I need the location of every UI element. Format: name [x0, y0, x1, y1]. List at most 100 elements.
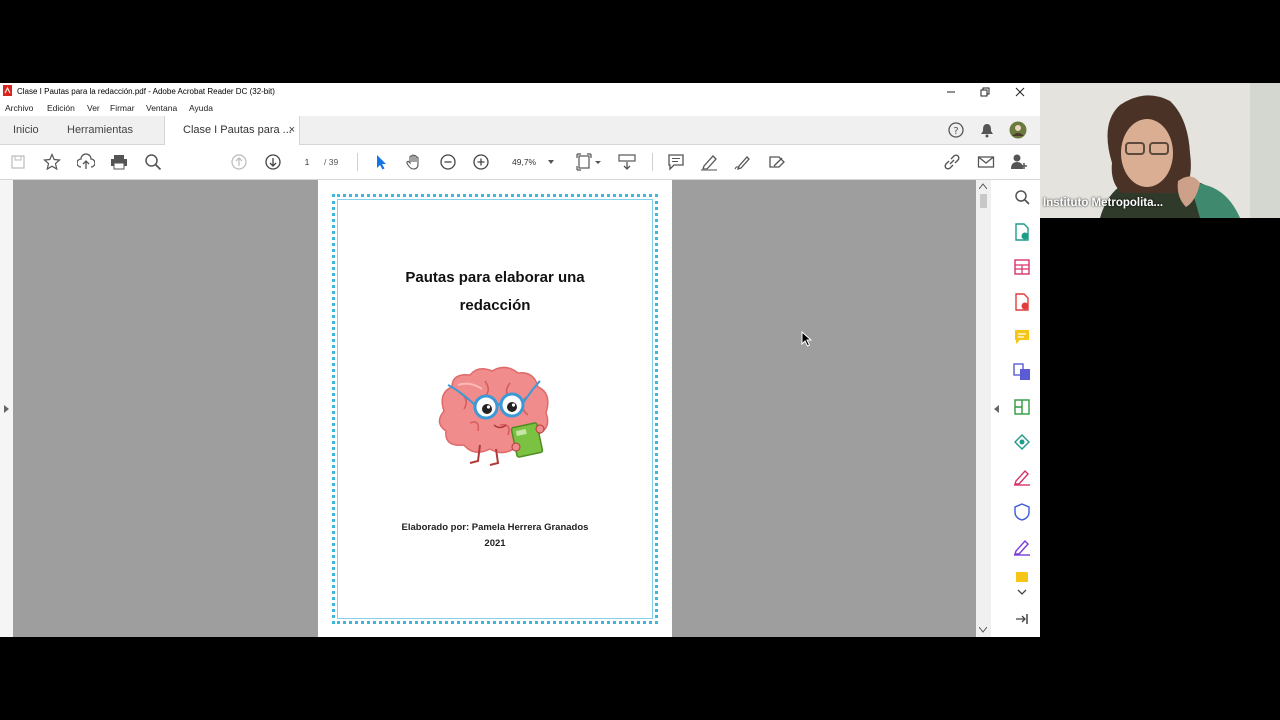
main-toolbar: 1 / 39 49,7% [0, 145, 1040, 180]
tab-bar: Inicio Herramientas Clase I Pautas para … [0, 116, 1040, 145]
account-avatar[interactable] [1009, 121, 1027, 139]
tab-herramientas[interactable]: Herramientas [67, 116, 133, 144]
send-for-review-button[interactable] [1013, 433, 1031, 451]
title-bar: Clase I Pautas para la redacción.pdf - A… [0, 83, 1040, 100]
tab-close-icon[interactable]: × [289, 116, 295, 144]
scroll-down-icon [979, 627, 987, 633]
collapse-pane-button[interactable] [1013, 610, 1031, 628]
menu-ayuda[interactable]: Ayuda [189, 103, 213, 113]
combine-files-icon [1013, 363, 1030, 380]
menu-ver[interactable]: Ver [87, 103, 100, 113]
send-review-icon [1014, 434, 1030, 450]
zoom-in-button[interactable] [471, 152, 491, 172]
restore-button[interactable] [968, 83, 1002, 100]
comment-button[interactable] [666, 152, 686, 172]
tab-document-label: Clase I Pautas para ... [183, 124, 292, 136]
email-button[interactable] [976, 152, 996, 172]
page-total: / 39 [324, 157, 339, 167]
help-icon: ? [948, 122, 964, 138]
cloud-upload-icon [77, 153, 95, 169]
add-user-button[interactable] [1009, 152, 1029, 172]
next-page-button[interactable] [263, 152, 283, 172]
find-button[interactable] [143, 152, 163, 172]
arrow-down-circle-icon [265, 154, 281, 170]
expand-tools-button[interactable] [1013, 583, 1031, 601]
printer-icon [111, 155, 127, 170]
bell-icon [981, 124, 993, 138]
tab-inicio[interactable]: Inicio [13, 116, 39, 144]
save-button[interactable] [8, 152, 28, 172]
author-credit: Elaborado por: Pamela Herrera Granados 2… [318, 520, 672, 552]
menu-ventana[interactable]: Ventana [146, 103, 177, 113]
plus-circle-icon [473, 154, 489, 170]
participant-video-tile: Instituto Metropolita... [1040, 83, 1280, 218]
fill-sign-button[interactable] [1013, 468, 1031, 486]
scrollbar-thumb[interactable] [980, 194, 987, 208]
left-panel-toggle[interactable] [0, 180, 14, 637]
chevron-left-icon [994, 405, 999, 413]
create-pdf-button[interactable] [1013, 293, 1031, 311]
notifications-button[interactable] [978, 121, 996, 139]
page-number-input[interactable]: 1 [296, 154, 318, 170]
print-button[interactable] [109, 152, 129, 172]
create-pdf-icon [1015, 293, 1029, 311]
scroll-mode-icon [618, 154, 636, 170]
zoom-search-icon [145, 154, 162, 171]
combine-files-button[interactable] [1013, 363, 1031, 381]
pen-highlight-icon [701, 155, 717, 171]
minimize-button[interactable] [934, 83, 968, 100]
edit-text-button[interactable] [767, 152, 787, 172]
export-pdf-button[interactable] [1013, 223, 1031, 241]
participant-name: Instituto Metropolita... [1043, 197, 1164, 209]
menu-bar: Archivo Edición Ver Firmar Ventana Ayuda [0, 100, 1040, 116]
fit-page-button[interactable] [576, 152, 602, 172]
organize-pages-icon [1014, 259, 1030, 275]
save-icon [11, 155, 25, 169]
organize-pages-button[interactable] [1013, 258, 1031, 276]
toolbar-divider [357, 153, 358, 171]
pen-draw-icon [734, 156, 750, 171]
select-tool-button[interactable] [371, 152, 391, 172]
window-title: Clase I Pautas para la redacción.pdf - A… [17, 87, 275, 96]
request-signature-button[interactable] [1013, 538, 1031, 556]
more-tools-button[interactable] [1013, 572, 1031, 582]
help-button[interactable]: ? [947, 121, 965, 139]
menu-edicion[interactable]: Edición [47, 103, 75, 113]
brain-reading-illustration [438, 366, 549, 466]
arrow-up-circle-icon [231, 154, 247, 170]
upload-button[interactable] [76, 152, 96, 172]
more-tool-icon [1016, 572, 1028, 582]
share-link-button[interactable] [942, 152, 962, 172]
year-line: 2021 [484, 538, 506, 549]
scroll-up-icon [979, 183, 987, 189]
draw-button[interactable] [733, 152, 753, 172]
menu-firmar[interactable]: Firmar [110, 103, 135, 113]
compress-pdf-icon [1014, 399, 1030, 415]
vertical-scrollbar[interactable] [976, 180, 991, 637]
comment-yellow-icon [1015, 330, 1029, 344]
zoom-out-button[interactable] [438, 152, 458, 172]
shield-icon [1014, 503, 1030, 521]
comment-tool-button[interactable] [1013, 328, 1031, 346]
zoom-level-select[interactable]: 49,7% [506, 154, 556, 170]
menu-archivo[interactable]: Archivo [5, 103, 33, 113]
toolbar-divider [652, 153, 653, 171]
highlight-button[interactable] [699, 152, 719, 172]
close-icon [1015, 87, 1025, 96]
hand-tool-button[interactable] [404, 152, 424, 172]
acrobat-window: Clase I Pautas para la redacción.pdf - A… [0, 83, 1040, 637]
search-icon [1015, 190, 1030, 205]
bookmark-star-button[interactable] [42, 152, 62, 172]
star-icon [43, 153, 61, 171]
hand-icon [406, 154, 419, 170]
tab-document[interactable]: Clase I Pautas para ... × [164, 116, 300, 145]
pane-search-button[interactable] [1013, 188, 1031, 206]
collapse-pane-icon [1016, 614, 1028, 624]
scroll-mode-button[interactable] [617, 152, 637, 172]
compress-pdf-button[interactable] [1013, 398, 1031, 416]
close-window-button[interactable] [1003, 83, 1037, 100]
previous-page-button[interactable] [229, 152, 249, 172]
minus-circle-icon [440, 154, 456, 170]
minimize-icon [947, 91, 955, 92]
protect-button[interactable] [1013, 503, 1031, 521]
